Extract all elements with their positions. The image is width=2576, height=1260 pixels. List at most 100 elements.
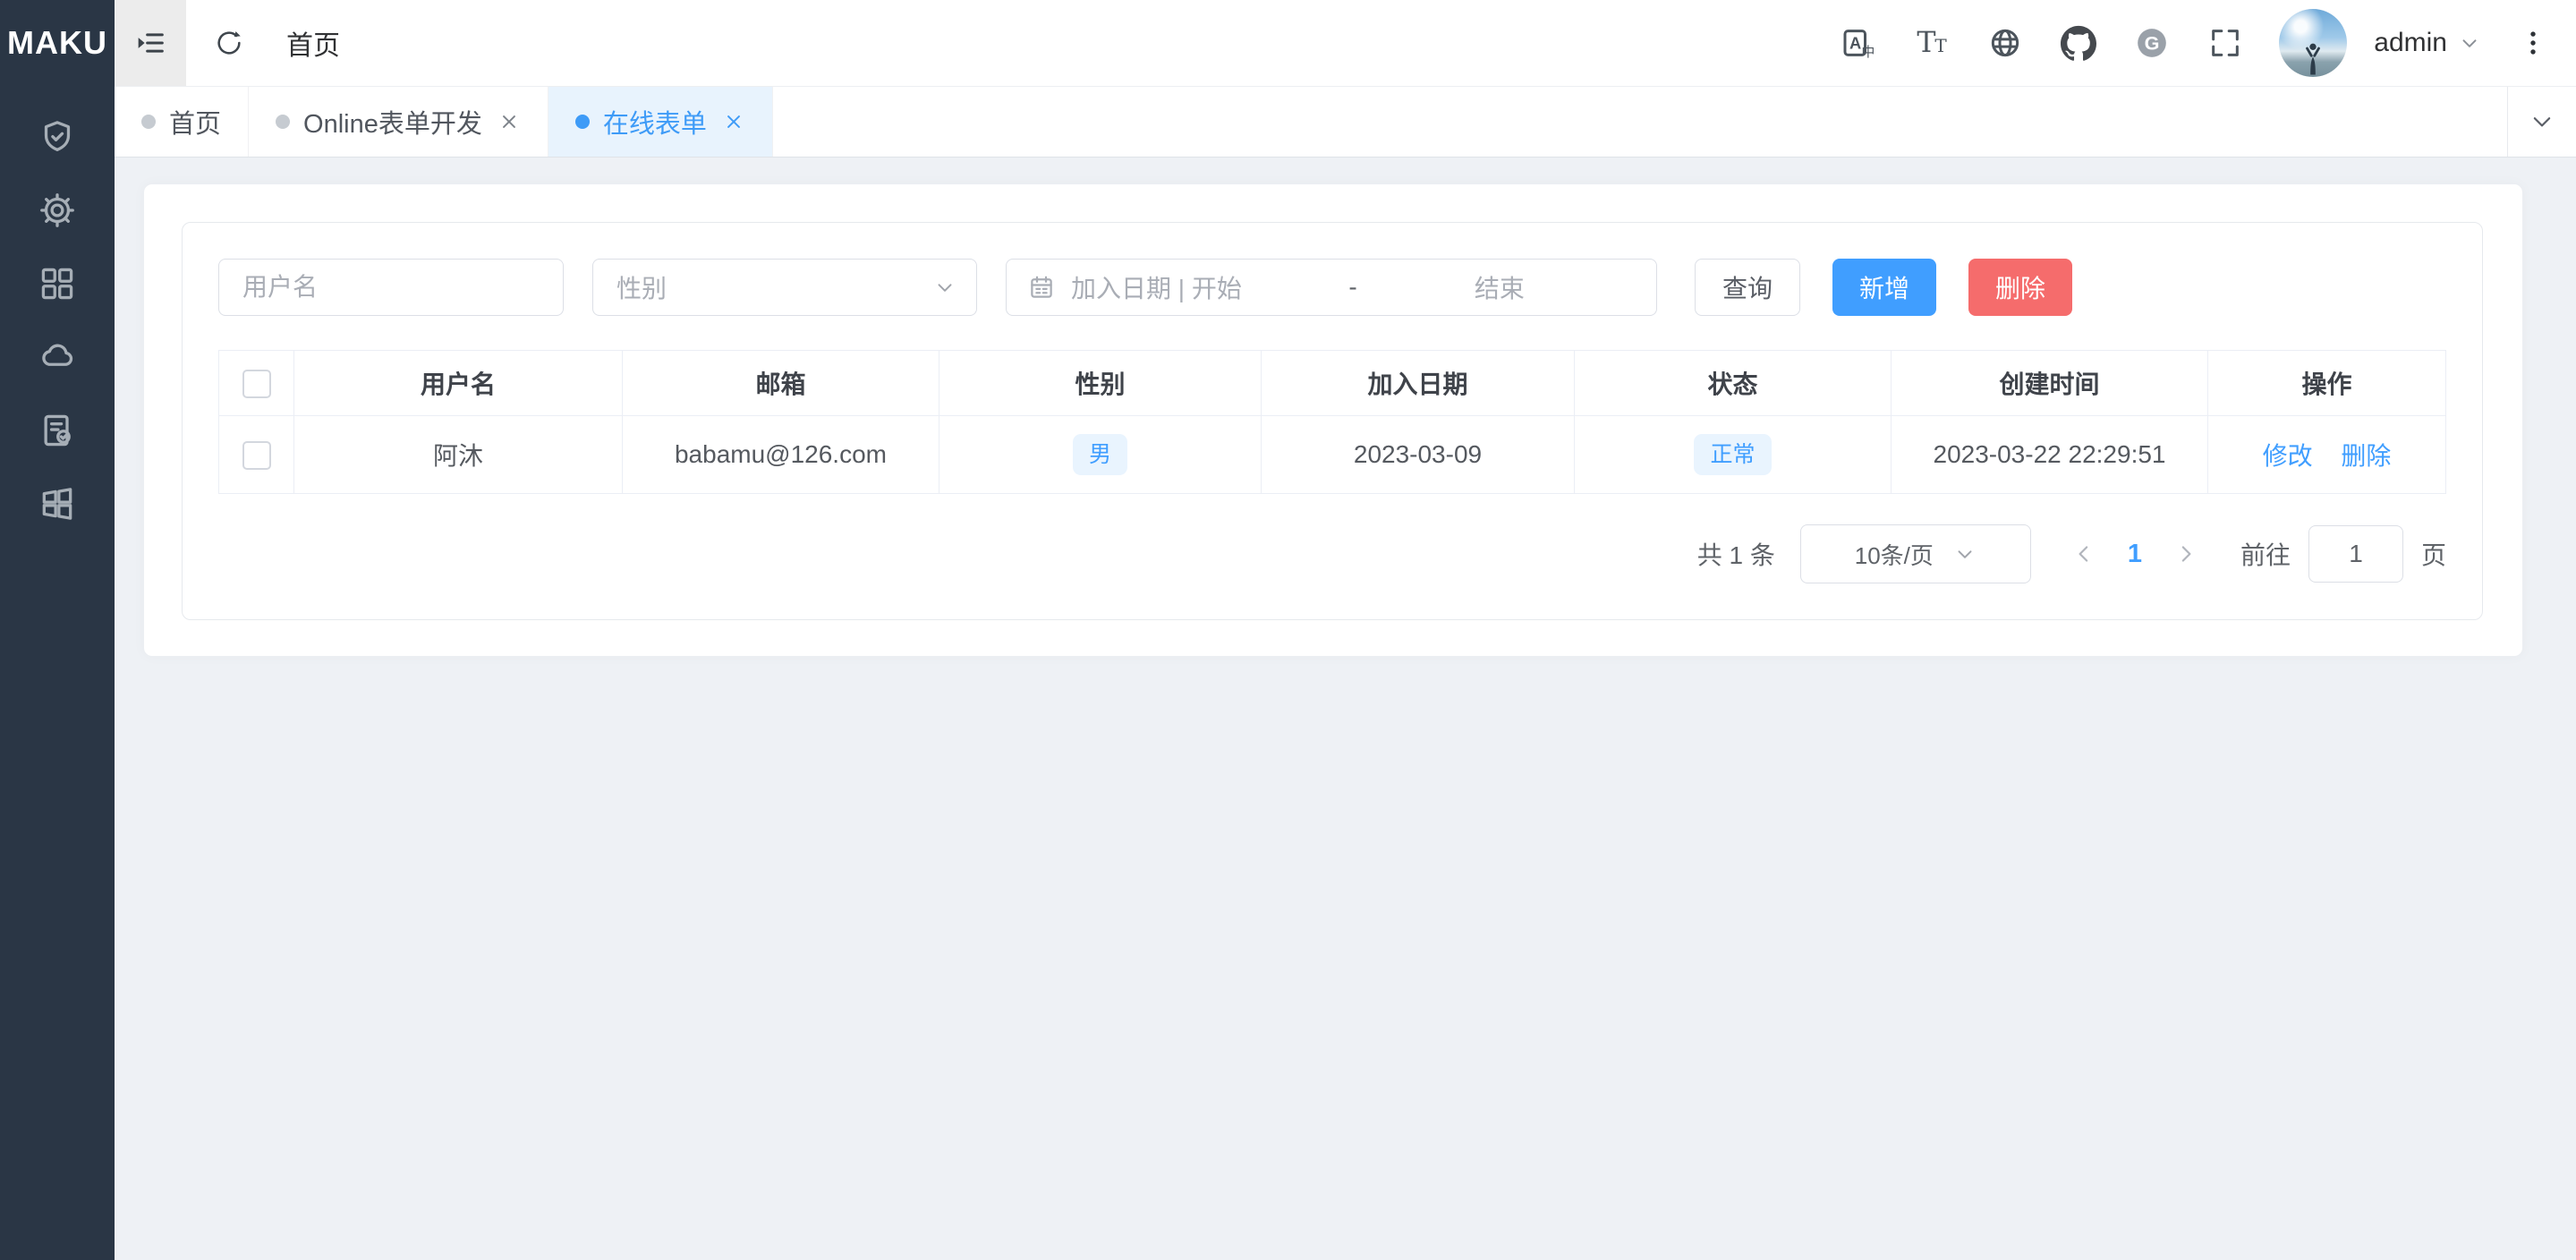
row-edit-link[interactable]: 修改 — [2263, 442, 2313, 470]
col-header-email: 邮箱 — [623, 351, 939, 416]
language-button[interactable] — [1985, 23, 2025, 63]
date-end-placeholder: 结束 — [1365, 269, 1635, 305]
username-label: admin — [2374, 28, 2447, 58]
app-logo[interactable]: MAKU — [0, 0, 115, 86]
cloud-icon — [38, 337, 77, 377]
col-header-gender: 性别 — [939, 351, 1262, 416]
font-size-button[interactable]: T T — [1912, 23, 1951, 63]
calendar-icon — [1028, 274, 1055, 301]
cell-create-time: 2023-03-22 22:29:51 — [1892, 416, 2208, 494]
col-header-username: 用户名 — [294, 351, 623, 416]
chevron-down-icon — [933, 276, 956, 299]
sidebar-nav — [0, 86, 115, 541]
sidebar-item-online-form[interactable] — [0, 394, 115, 467]
select-all-checkbox[interactable] — [242, 370, 271, 398]
join-date-range-picker[interactable]: 加入日期 | 开始 - 结束 — [1006, 259, 1657, 316]
gear-icon — [38, 191, 77, 230]
fullscreen-button[interactable] — [2206, 23, 2245, 63]
tab-label: 首页 — [169, 103, 221, 140]
github-button[interactable] — [2059, 23, 2098, 63]
row-delete-link[interactable]: 删除 — [2341, 442, 2391, 470]
sidebar-item-settings[interactable] — [0, 174, 115, 247]
tab-label: Online表单开发 — [303, 103, 482, 140]
add-button[interactable]: 新增 — [1832, 259, 1936, 316]
tab-dot-icon — [575, 115, 590, 129]
tab-online-form[interactable]: 在线表单 — [548, 87, 773, 157]
page-card: 性别 加入日期 | 开始 - 结束 查询 — [143, 183, 2523, 657]
pagination-goto: 前往 页 — [2240, 525, 2446, 583]
sidebar: MAKU — [0, 0, 115, 1260]
date-start-placeholder: 加入日期 | 开始 — [1071, 269, 1341, 305]
pagination: 共 1 条 10条/页 1 前往 — [218, 524, 2446, 583]
grid-icon — [38, 264, 77, 303]
table-header-row: 用户名 邮箱 性别 加入日期 状态 创建时间 操作 — [219, 351, 2446, 416]
tabs-dropdown-button[interactable] — [2507, 87, 2576, 157]
gender-placeholder: 性别 — [616, 269, 667, 305]
prev-page-button[interactable] — [2070, 541, 2097, 567]
svg-text:T: T — [1935, 35, 1948, 56]
svg-text:G: G — [2145, 31, 2160, 54]
status-badge: 正常 — [1694, 434, 1771, 475]
cell-join-date: 2023-03-09 — [1262, 416, 1575, 494]
refresh-icon — [214, 28, 244, 58]
github-icon — [2061, 25, 2096, 61]
tab-online-form-dev[interactable]: Online表单开发 — [249, 87, 548, 157]
person-silhouette-icon — [2290, 34, 2336, 77]
username-input[interactable] — [218, 259, 564, 316]
collapse-menu-button[interactable] — [115, 0, 186, 86]
menu-fold-icon — [132, 25, 168, 61]
tab-dot-icon — [276, 115, 290, 129]
gitee-icon: G — [2134, 25, 2170, 61]
refresh-button[interactable] — [209, 23, 249, 63]
sidebar-item-cloud[interactable] — [0, 320, 115, 394]
translate-button[interactable]: A 中 — [1839, 23, 1878, 63]
data-table: 用户名 邮箱 性别 加入日期 状态 创建时间 操作 阿沐 — [218, 350, 2446, 494]
date-range-separator: - — [1341, 273, 1364, 302]
col-header-create-time: 创建时间 — [1892, 351, 2208, 416]
svg-text:A: A — [1849, 33, 1861, 52]
kebab-menu-icon — [2518, 28, 2548, 58]
fullscreen-icon — [2207, 25, 2243, 61]
topbar-actions: A 中 T T — [1839, 9, 2576, 77]
sidebar-item-auth[interactable] — [0, 100, 115, 174]
breadcrumb: 首页 — [286, 23, 340, 63]
topbar: 首页 A 中 T T — [115, 0, 2576, 87]
goto-label: 前往 — [2240, 536, 2291, 572]
avatar[interactable] — [2279, 9, 2347, 77]
form-document-icon — [38, 411, 77, 450]
tab-home[interactable]: 首页 — [115, 87, 249, 157]
main-content: 性别 加入日期 | 开始 - 结束 查询 — [115, 158, 2576, 1260]
table-row: 阿沐 babamu@126.com 男 2023-03-09 正常 2023-0… — [219, 416, 2446, 494]
svg-text:T: T — [1917, 27, 1936, 59]
globe-icon — [1987, 25, 2023, 61]
filter-form: 性别 加入日期 | 开始 - 结束 查询 — [218, 259, 2446, 316]
close-icon[interactable] — [497, 110, 521, 133]
tab-dot-icon — [141, 115, 156, 129]
gender-select[interactable]: 性别 — [592, 259, 977, 316]
gender-badge: 男 — [1073, 434, 1127, 475]
sidebar-item-apps[interactable] — [0, 247, 115, 320]
row-checkbox[interactable] — [242, 441, 271, 470]
translate-icon: A 中 — [1841, 25, 1876, 61]
chevron-down-icon — [1953, 542, 1977, 566]
tabbar: 首页 Online表单开发 在线表单 — [115, 87, 2576, 158]
page-number-1[interactable]: 1 — [2128, 540, 2142, 569]
user-menu[interactable]: admin — [2374, 28, 2481, 58]
search-button[interactable]: 查询 — [1695, 259, 1800, 316]
goto-page-input[interactable] — [2308, 525, 2403, 583]
gitee-button[interactable]: G — [2132, 23, 2172, 63]
close-icon[interactable] — [722, 110, 745, 133]
col-header-status: 状态 — [1575, 351, 1892, 416]
page-unit-label: 页 — [2421, 536, 2446, 572]
col-header-actions: 操作 — [2208, 351, 2446, 416]
tab-label: 在线表单 — [603, 103, 707, 140]
page-size-select[interactable]: 10条/页 — [1800, 524, 2031, 583]
sidebar-item-modules[interactable] — [0, 467, 115, 541]
delete-button[interactable]: 删除 — [1968, 259, 2072, 316]
more-menu-button[interactable] — [2515, 23, 2551, 63]
app-root: MAKU — [0, 0, 2576, 1260]
pagination-total: 共 1 条 — [1697, 536, 1775, 572]
cell-email: babamu@126.com — [623, 416, 939, 494]
next-page-button[interactable] — [2172, 541, 2199, 567]
chevron-down-icon — [2529, 108, 2555, 135]
